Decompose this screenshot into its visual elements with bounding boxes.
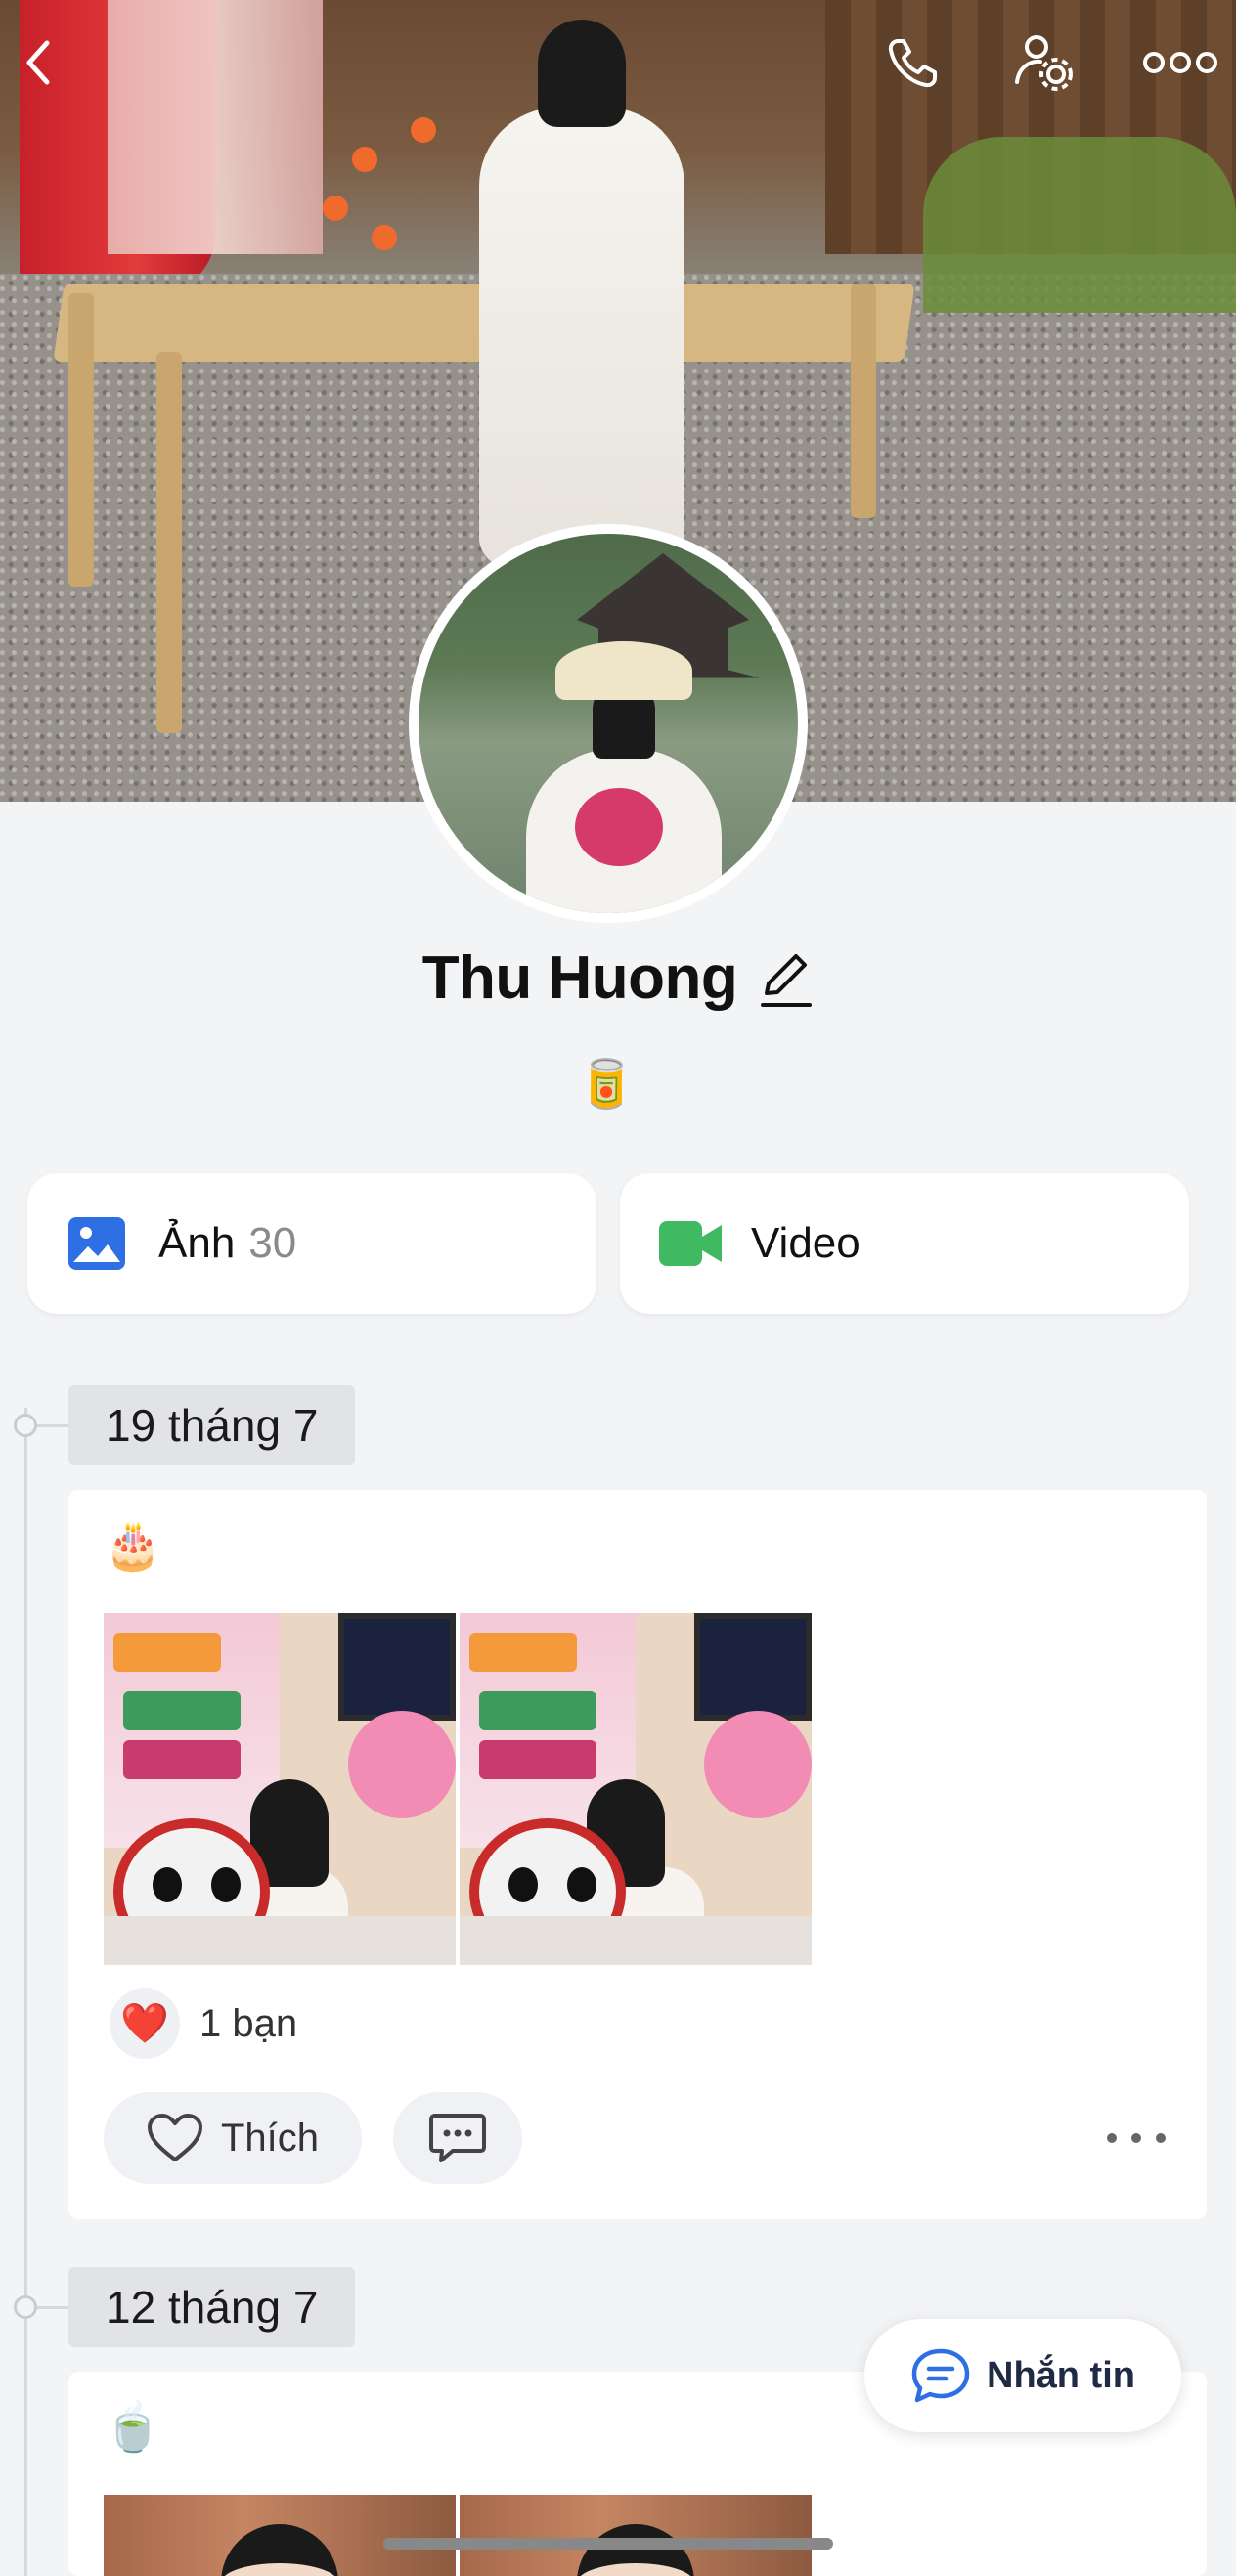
cover-person xyxy=(430,20,724,567)
photo-sign xyxy=(469,1633,577,1672)
call-button[interactable] xyxy=(882,31,945,94)
photo-sign xyxy=(479,1691,596,1730)
dot xyxy=(1107,2133,1117,2143)
video-camera-icon xyxy=(659,1221,722,1266)
post-more-button[interactable] xyxy=(1107,2123,1166,2153)
photo-sign xyxy=(123,1740,241,1779)
heart-outline-icon xyxy=(147,2114,202,2161)
comment-icon xyxy=(429,2114,486,2162)
photo-heart-sign xyxy=(348,1711,456,1818)
post-photo[interactable] xyxy=(104,1613,456,1965)
photos-label: Ảnh xyxy=(158,1219,236,1267)
status-emoji-glyph: 🥫 xyxy=(577,1059,636,1111)
post-emoji: 🍵 xyxy=(104,2399,162,2458)
cover-person-hair xyxy=(538,20,626,127)
cover-table-leg xyxy=(156,352,182,733)
cover-plants xyxy=(923,137,1236,313)
avatar[interactable] xyxy=(409,524,808,923)
message-label: Nhắn tin xyxy=(987,2354,1135,2396)
post-photo[interactable] xyxy=(104,2495,456,2576)
photo-sign xyxy=(479,1740,596,1779)
chevron-left-icon xyxy=(26,40,50,85)
user-settings-icon xyxy=(1015,35,1073,91)
like-button[interactable]: Thích xyxy=(104,2092,362,2184)
photo-sign xyxy=(113,1633,221,1672)
comment-button[interactable] xyxy=(393,2092,522,2184)
post-emoji-glyph: 🎂 xyxy=(104,1520,162,1572)
timeline-dot xyxy=(14,2295,37,2319)
post-emoji-glyph: 🍵 xyxy=(104,2402,162,2454)
photo-sign xyxy=(123,1691,241,1730)
photo-person-face xyxy=(577,2524,694,2576)
cover-table-leg xyxy=(851,284,876,518)
cover-curtain-pink xyxy=(108,0,323,254)
avatar-hat xyxy=(555,641,692,700)
post-date-chip: 12 tháng 7 xyxy=(68,2267,356,2347)
post-photo[interactable] xyxy=(460,2495,812,2576)
profile-settings-button[interactable] xyxy=(1013,31,1076,94)
photo-person-face xyxy=(221,2524,338,2576)
video-label: Video xyxy=(751,1219,861,1267)
profile-name-row: Thu Huong xyxy=(0,943,1236,1013)
chat-bubble-icon xyxy=(911,2348,970,2403)
post-card[interactable]: 🎂 ❤️ 1 bạn Thích xyxy=(68,1490,1207,2219)
pencil-icon xyxy=(761,953,813,1007)
home-indicator[interactable] xyxy=(383,2538,833,2550)
cover-person-dress xyxy=(479,108,684,567)
reaction-count: 1 bạn xyxy=(199,2001,298,2045)
image-icon xyxy=(68,1217,125,1270)
timeline-tick xyxy=(37,2306,68,2309)
edit-name-button[interactable] xyxy=(759,948,814,1009)
back-button[interactable] xyxy=(8,31,70,94)
photo-table xyxy=(104,1916,456,1965)
phone-icon xyxy=(888,39,937,88)
heart-reaction-icon: ❤️ xyxy=(120,2002,169,2045)
profile-name: Thu Huong xyxy=(421,944,738,1012)
photo-tv xyxy=(694,1613,812,1721)
reaction-summary[interactable]: ❤️ 1 bạn xyxy=(110,1988,297,2059)
reaction-bubble: ❤️ xyxy=(110,1988,180,2059)
post-emoji: 🎂 xyxy=(104,1517,162,1576)
status-emoji[interactable]: 🥫 xyxy=(575,1054,638,1116)
cover-flower xyxy=(352,147,377,172)
avatar-image xyxy=(419,534,798,913)
like-label: Thích xyxy=(220,2116,320,2160)
photos-button[interactable]: Ảnh 30 xyxy=(27,1173,596,1314)
dot xyxy=(1156,2133,1166,2143)
dot xyxy=(1131,2133,1141,2143)
post-photo[interactable] xyxy=(460,1613,812,1965)
post-date-chip: 19 tháng 7 xyxy=(68,1385,356,1465)
photo-table xyxy=(460,1916,812,1965)
photo-heart-sign xyxy=(704,1711,812,1818)
photo-tv xyxy=(338,1613,456,1721)
cover-table-leg xyxy=(68,293,94,587)
timeline-tick xyxy=(37,1424,68,1427)
cover-flower xyxy=(372,225,397,250)
photos-count: 30 xyxy=(248,1219,297,1267)
message-button[interactable]: Nhắn tin xyxy=(864,2319,1181,2432)
more-button[interactable] xyxy=(1140,31,1220,94)
timeline-dot xyxy=(14,1414,37,1437)
video-button[interactable]: Video xyxy=(620,1173,1189,1314)
timeline-line xyxy=(24,1408,27,2576)
avatar-lotus xyxy=(575,788,663,866)
cover-flower xyxy=(323,196,348,221)
more-horizontal-icon xyxy=(1143,52,1217,73)
